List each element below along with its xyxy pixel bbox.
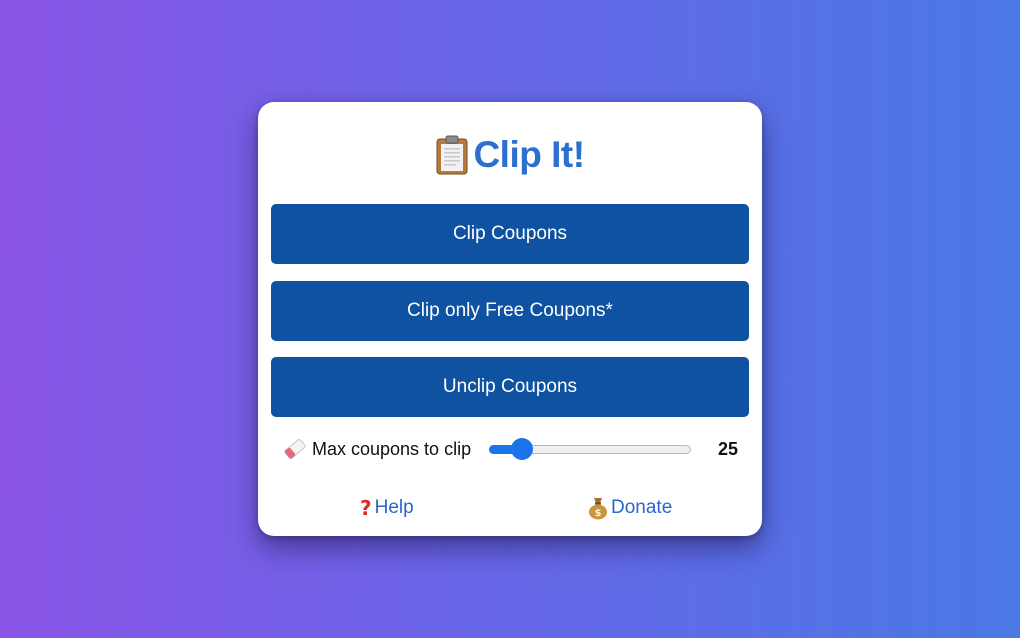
max-coupons-label: Max coupons to clip — [312, 438, 472, 459]
money-bag-icon: $ — [587, 496, 609, 520]
max-coupons-slider[interactable] — [489, 437, 692, 461]
help-link[interactable]: ? Help — [360, 494, 414, 522]
svg-text:$: $ — [595, 508, 602, 519]
max-coupons-value: 25 — [717, 438, 738, 459]
unclip-coupons-button[interactable]: Unclip Coupons — [271, 357, 749, 417]
clip-free-coupons-button[interactable]: Clip only Free Coupons* — [271, 281, 749, 341]
clip-it-popup: Clip It! Clip Coupons Clip only Free Cou… — [258, 102, 762, 536]
app-title: Clip It! — [258, 130, 762, 180]
question-mark-icon: ? — [360, 496, 372, 520]
slider-thumb[interactable] — [511, 438, 534, 460]
eraser-icon — [282, 436, 308, 462]
donate-link[interactable]: $ Donate — [587, 494, 672, 522]
max-coupons-row: Max coupons to clip 25 — [282, 434, 738, 464]
help-link-text[interactable]: Help — [375, 497, 414, 519]
clip-coupons-button[interactable]: Clip Coupons — [271, 204, 749, 264]
app-title-text: Clip It! — [473, 134, 585, 175]
donate-link-text[interactable]: Donate — [611, 497, 672, 519]
clipboard-icon — [435, 135, 469, 175]
